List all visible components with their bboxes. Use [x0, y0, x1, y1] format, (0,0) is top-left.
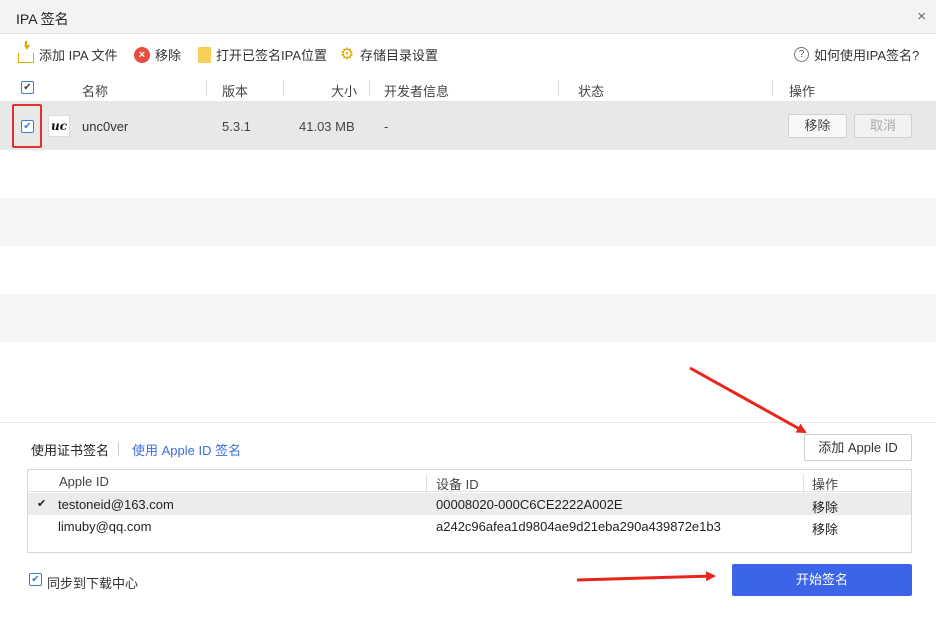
app-icon: uc — [48, 115, 70, 137]
selected-check-icon: ✔ — [37, 498, 47, 510]
header-action: 操作 — [789, 84, 816, 99]
start-signing-button[interactable]: 开始签名 — [732, 564, 912, 596]
appleid-value: testoneid@163.com — [58, 497, 174, 512]
column-divider — [283, 80, 284, 96]
empty-row — [0, 294, 936, 342]
add-appleid-button[interactable]: 添加 Apple ID — [804, 434, 912, 461]
row-developer: - — [384, 119, 389, 134]
row-size: 41.03 MB — [299, 119, 355, 134]
header-version: 版本 — [222, 84, 249, 99]
close-icon[interactable]: × — [917, 8, 926, 25]
header-device-id: 设备 ID — [436, 477, 479, 492]
column-divider — [369, 80, 370, 96]
appleid-value: limuby@qq.com — [58, 519, 152, 534]
highlight-box — [12, 104, 42, 148]
window-title: IPA 签名 — [16, 11, 69, 27]
add-ipa-button[interactable]: 添加 IPA 文件 — [18, 40, 118, 64]
toolbar: 添加 IPA 文件 × 移除 打开已签名IPA位置 ⚙ 存储目录设置 ? 如何使… — [0, 35, 936, 73]
open-signed-label: 打开已签名IPA位置 — [216, 48, 327, 63]
device-id-value: 00008020-000C6CE2222A002E — [436, 497, 623, 512]
header-status: 状态 — [578, 84, 605, 99]
tab-appleid-signing[interactable]: 使用 Apple ID 签名 — [132, 440, 241, 459]
storage-settings-label: 存储目录设置 — [360, 48, 439, 63]
appleid-table: Apple ID 设备 ID 操作 ✔ testoneid@163.com 00… — [27, 469, 912, 553]
row-name: unc0ver — [82, 119, 129, 134]
folder-icon — [198, 46, 211, 63]
empty-row — [0, 342, 936, 390]
empty-row — [0, 150, 936, 198]
storage-settings-button[interactable]: ⚙ 存储目录设置 — [339, 45, 438, 64]
select-all-checkbox[interactable]: ✔ — [21, 81, 34, 94]
tab-cert-signing[interactable]: 使用证书签名 — [31, 440, 109, 459]
column-divider — [206, 80, 207, 96]
device-id-value: a242c96afea1d9804ae9d21eba290a439872e1b3 — [436, 519, 721, 534]
appleid-row[interactable]: ✔ testoneid@163.com 00008020-000C6CE2222… — [28, 493, 911, 515]
empty-row — [0, 246, 936, 294]
add-ipa-label: 添加 IPA 文件 — [39, 48, 118, 63]
appleid-row[interactable]: limuby@qq.com a242c96afea1d9804ae9d21eba… — [28, 515, 911, 537]
gear-icon: ⚙ — [339, 45, 355, 63]
header-apple-id: Apple ID — [59, 474, 109, 489]
remove-button[interactable]: × 移除 — [134, 45, 181, 64]
file-table-body: 5.3.1 41.03 MB - 移除 取消 — [0, 102, 936, 422]
appleid-remove-link[interactable]: 移除 — [812, 497, 838, 516]
header-size: 大小 — [331, 84, 358, 99]
row-cancel-button[interactable]: 取消 — [854, 114, 912, 138]
column-divider — [558, 80, 559, 96]
folder-add-icon — [18, 40, 34, 63]
appleid-remove-link[interactable]: 移除 — [812, 519, 838, 538]
header-name: 名称 — [82, 84, 109, 99]
help-label: 如何使用IPA签名? — [814, 48, 920, 63]
table-row[interactable]: 5.3.1 41.03 MB - 移除 取消 — [0, 102, 936, 150]
sync-checkbox[interactable]: ✔ — [29, 573, 42, 586]
tab-divider — [118, 442, 119, 456]
appleid-table-header: Apple ID 设备 ID 操作 — [28, 470, 911, 496]
signing-panel: 使用证书签名 使用 Apple ID 签名 添加 Apple ID Apple … — [0, 422, 936, 617]
row-version: 5.3.1 — [222, 119, 251, 134]
open-signed-location-button[interactable]: 打开已签名IPA位置 — [198, 45, 327, 64]
remove-label: 移除 — [155, 48, 182, 63]
row-remove-button[interactable]: 移除 — [788, 114, 847, 138]
column-divider — [772, 80, 773, 96]
header-developer: 开发者信息 — [384, 84, 450, 99]
title-bar: IPA 签名 × — [0, 0, 936, 34]
help-link[interactable]: ? 如何使用IPA签名? — [794, 45, 919, 64]
remove-circle-icon: × — [134, 46, 150, 63]
empty-row — [0, 198, 936, 246]
header-id-action: 操作 — [812, 477, 839, 492]
help-circle-icon: ? — [794, 47, 809, 62]
file-table-header: ✔ 名称 版本 大小 开发者信息 状态 操作 — [0, 74, 936, 102]
sync-label: 同步到下载中心 — [47, 576, 139, 591]
